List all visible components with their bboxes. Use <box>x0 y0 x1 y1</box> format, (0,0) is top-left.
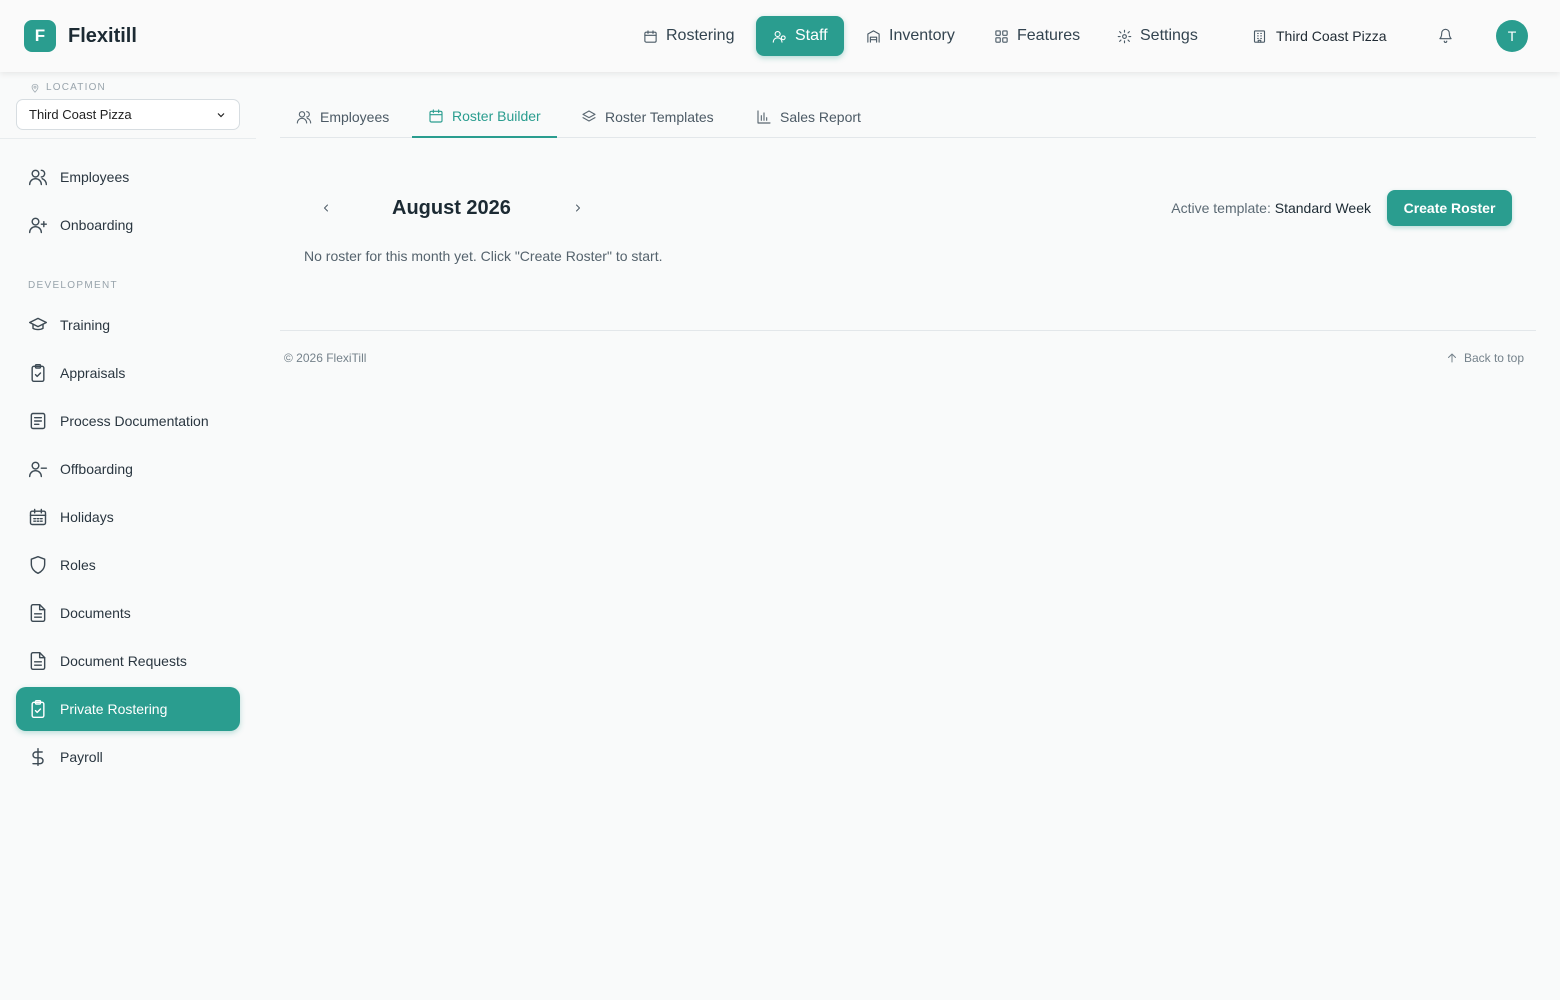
back-to-top-link[interactable]: Back to top <box>1446 351 1524 365</box>
chevron-right-icon <box>576 204 580 212</box>
create-roster-button[interactable]: Create Roster <box>1387 190 1512 226</box>
calendar-days-icon <box>29 508 47 526</box>
sidebar-item-label: Appraisals <box>60 365 126 381</box>
arrow-up-icon <box>1447 353 1456 363</box>
empty-roster-message: No roster for this month yet. Click "Cre… <box>304 248 663 264</box>
graduation-cap-icon <box>28 317 48 331</box>
user-minus-icon <box>28 461 48 478</box>
nav-rostering-label: Rostering <box>666 27 735 44</box>
organization-name: Third Coast Pizza <box>1276 28 1387 44</box>
file-text-icon <box>30 603 46 623</box>
nav-features-label: Features <box>1017 27 1081 44</box>
nav-inventory[interactable]: Inventory <box>850 16 971 56</box>
nav-rostering[interactable]: Rostering <box>627 16 750 56</box>
location-select-value: Third Coast Pizza <box>29 107 132 122</box>
sidebar-item-holidays[interactable]: Holidays <box>16 495 240 539</box>
current-month: August 2026 <box>392 197 511 219</box>
dollar-icon <box>32 747 44 767</box>
calendar-icon <box>644 29 657 43</box>
nav-staff[interactable]: Staff <box>756 16 844 56</box>
gear-icon <box>1117 29 1132 43</box>
users-icon <box>772 30 786 43</box>
app-logo[interactable]: F <box>24 20 56 52</box>
tab-label: Roster Templates <box>605 109 714 125</box>
nav-settings[interactable]: Settings <box>1101 16 1214 56</box>
location-select[interactable]: Third Coast Pizza <box>16 99 240 130</box>
chevron-left-icon <box>324 204 328 212</box>
sidebar-item-label: Process Documentation <box>60 413 209 429</box>
sidebar-item-label: Employees <box>60 169 130 185</box>
active-template-info: Active template: Standard Week <box>1171 199 1371 217</box>
sidebar-item-document-requests[interactable]: Document Requests <box>16 639 240 683</box>
copyright: © 2026 FlexiTill <box>284 351 367 365</box>
sidebar: LOCATION Third Coast Pizza Employees Onb… <box>0 72 256 1000</box>
tab-employees[interactable]: Employees <box>280 96 405 138</box>
nav-staff-label: Staff <box>795 27 828 44</box>
sidebar-item-label: Training <box>60 317 111 333</box>
building-icon <box>1253 29 1266 43</box>
clipboard-check-icon <box>31 699 45 719</box>
sidebar-item-label: Holidays <box>60 509 114 525</box>
bar-chart-icon <box>757 110 771 124</box>
sidebar-item-label: Offboarding <box>60 461 133 477</box>
map-pin-icon <box>31 83 39 93</box>
users-icon <box>296 111 312 124</box>
sidebar-item-label: Payroll <box>60 749 103 765</box>
sidebar-item-roles[interactable]: Roles <box>16 543 240 587</box>
grid-icon <box>995 29 1008 43</box>
sidebar-divider <box>0 138 256 139</box>
book-icon <box>30 412 46 430</box>
nav-settings-label: Settings <box>1140 27 1198 44</box>
file-text-icon <box>30 651 46 671</box>
next-month-button[interactable] <box>568 198 588 218</box>
sidebar-item-appraisals[interactable]: Appraisals <box>16 351 240 395</box>
layers-icon <box>582 110 596 122</box>
tab-label: Roster Builder <box>452 108 541 124</box>
sidebar-item-label: Documents <box>60 605 131 621</box>
nav-inventory-label: Inventory <box>889 27 955 44</box>
top-navigation-bar: F Flexitill Rostering Staff Inventory Fe… <box>0 0 1560 72</box>
active-template-label: Active template: <box>1171 200 1271 216</box>
footer-divider <box>280 330 1536 331</box>
avatar-initial: T <box>1507 28 1517 44</box>
sidebar-item-payroll[interactable]: Payroll <box>16 735 240 779</box>
organization-switcher[interactable]: Third Coast Pizza <box>1252 16 1386 56</box>
logo-letter: F <box>34 26 46 45</box>
location-label: LOCATION <box>30 82 106 93</box>
sidebar-item-process-documentation[interactable]: Process Documentation <box>16 399 240 443</box>
sidebar-item-onboarding[interactable]: Onboarding <box>16 203 240 247</box>
users-icon <box>28 169 48 186</box>
back-to-top-label: Back to top <box>1463 351 1524 365</box>
sidebar-section-development: DEVELOPMENT <box>28 280 118 291</box>
calendar-icon <box>429 109 443 123</box>
sidebar-item-label: Onboarding <box>60 217 134 233</box>
shield-icon <box>30 555 46 575</box>
sidebar-item-employees[interactable]: Employees <box>16 155 240 199</box>
sidebar-item-offboarding[interactable]: Offboarding <box>16 447 240 491</box>
sidebar-item-documents[interactable]: Documents <box>16 591 240 635</box>
active-template-value: Standard Week <box>1274 200 1371 216</box>
clipboard-check-icon <box>31 363 45 383</box>
app-name: Flexitill <box>68 25 137 47</box>
tab-sales-report[interactable]: Sales Report <box>740 96 877 138</box>
chevron-down-icon <box>217 112 225 117</box>
tab-roster-templates[interactable]: Roster Templates <box>565 96 730 138</box>
tab-label: Employees <box>320 109 390 125</box>
warehouse-icon <box>867 29 880 43</box>
user-plus-icon <box>28 217 48 234</box>
sidebar-item-label: Document Requests <box>60 653 187 669</box>
sidebar-item-label: Private Rostering <box>60 701 168 717</box>
tab-label: Sales Report <box>780 109 861 125</box>
tab-roster-builder[interactable]: Roster Builder <box>412 96 557 138</box>
user-avatar[interactable]: T <box>1496 20 1528 52</box>
previous-month-button[interactable] <box>316 198 336 218</box>
sidebar-item-label: Roles <box>60 557 96 573</box>
location-label-text: LOCATION <box>46 82 106 93</box>
staff-tabs: Employees Roster Builder Roster Template… <box>280 96 1536 138</box>
notifications-button[interactable] <box>1438 28 1454 44</box>
sidebar-item-private-rostering[interactable]: Private Rostering <box>16 687 240 731</box>
sidebar-item-training[interactable]: Training <box>16 303 240 347</box>
nav-features[interactable]: Features <box>978 16 1096 56</box>
bell-icon <box>1439 28 1452 43</box>
